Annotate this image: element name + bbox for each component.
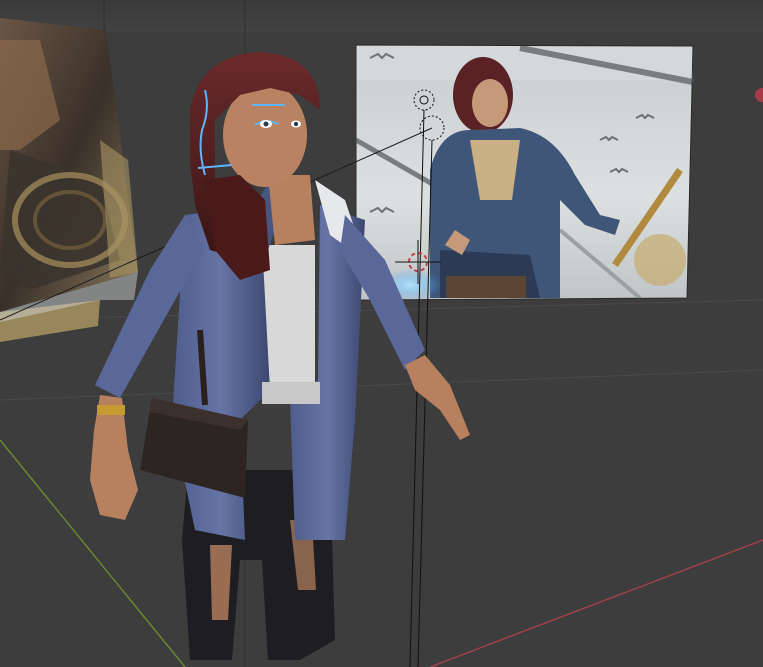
x-axis-line: [429, 539, 763, 667]
reference-image-right[interactable]: [354, 44, 694, 301]
3d-viewport[interactable]: [0, 0, 763, 667]
viewport-scene[interactable]: [0, 0, 763, 667]
reference-image-left[interactable]: [0, 18, 138, 342]
viewport-edge-marker-icon: [755, 88, 763, 102]
